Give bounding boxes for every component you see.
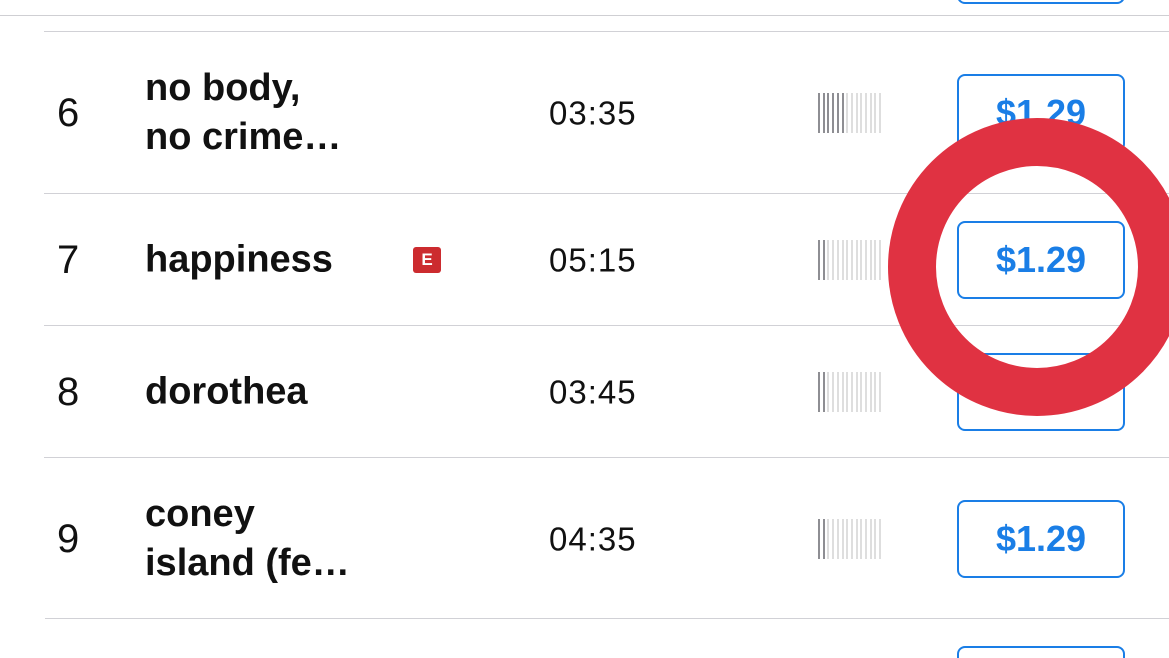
track-6-price-button[interactable]: $1.29 bbox=[957, 73, 1125, 152]
popularity-meter bbox=[818, 518, 884, 559]
popularity-bar bbox=[818, 371, 820, 412]
popularity-bar bbox=[855, 371, 858, 412]
popularity-bar bbox=[832, 518, 835, 559]
track-7-price-button[interactable]: $1.29 bbox=[957, 220, 1125, 299]
popularity-bar bbox=[818, 92, 820, 133]
track-duration: 04:35 bbox=[549, 520, 637, 557]
track-duration: 03:35 bbox=[549, 94, 637, 131]
popularity-bar bbox=[855, 92, 858, 133]
popularity-meter bbox=[818, 371, 884, 412]
popularity-bar bbox=[879, 239, 882, 280]
popularity-bar bbox=[846, 518, 849, 559]
previous-track-price-button[interactable] bbox=[957, 0, 1125, 4]
popularity-bar bbox=[836, 239, 839, 280]
popularity-bar bbox=[818, 239, 820, 280]
row-divider bbox=[45, 618, 1169, 619]
popularity-bar bbox=[841, 371, 844, 412]
popularity-bar bbox=[869, 92, 872, 133]
popularity-bar bbox=[860, 518, 863, 559]
popularity-bar bbox=[865, 92, 867, 133]
track-row-6[interactable]: 6 no body, no crime… 03:35 $1.29 bbox=[0, 31, 1169, 193]
popularity-bar bbox=[865, 371, 867, 412]
popularity-bar bbox=[841, 92, 844, 133]
popularity-bar bbox=[850, 92, 853, 133]
track-number: 6 bbox=[57, 90, 80, 135]
track-title: coney island (fe… bbox=[145, 492, 350, 584]
track-list-screen: 6 no body, no crime… 03:35 $1.29 7 happi… bbox=[0, 0, 1169, 658]
popularity-bar bbox=[865, 518, 867, 559]
popularity-bar bbox=[836, 371, 839, 412]
popularity-bar bbox=[874, 92, 877, 133]
popularity-bar bbox=[865, 239, 867, 280]
popularity-bar bbox=[860, 239, 863, 280]
popularity-bar bbox=[879, 92, 882, 133]
popularity-bar bbox=[822, 92, 825, 133]
track-row-9[interactable]: 9 coney island (fe… 04:35 $1.29 bbox=[0, 457, 1169, 619]
popularity-bar bbox=[846, 371, 849, 412]
popularity-bar bbox=[869, 518, 872, 559]
popularity-bar bbox=[841, 518, 844, 559]
popularity-bar bbox=[869, 371, 872, 412]
popularity-bar bbox=[846, 92, 849, 133]
popularity-bar bbox=[850, 371, 853, 412]
popularity-bar bbox=[832, 371, 835, 412]
popularity-bar bbox=[855, 518, 858, 559]
popularity-meter bbox=[818, 239, 884, 280]
popularity-bar bbox=[846, 239, 849, 280]
popularity-bar bbox=[818, 518, 820, 559]
popularity-bar bbox=[836, 518, 839, 559]
track-row-7[interactable]: 7 happiness E 05:15 $1.29 bbox=[0, 193, 1169, 325]
popularity-bar bbox=[841, 239, 844, 280]
popularity-bar bbox=[879, 518, 882, 559]
track-9-price-button[interactable]: $1.29 bbox=[957, 499, 1125, 578]
track-number: 9 bbox=[57, 516, 80, 561]
popularity-bar bbox=[855, 239, 858, 280]
track-duration: 03:45 bbox=[549, 373, 637, 410]
popularity-bar bbox=[827, 239, 830, 280]
track-number: 8 bbox=[57, 369, 80, 414]
popularity-bar bbox=[836, 92, 839, 133]
track-number: 7 bbox=[57, 237, 80, 282]
track-8-price-button[interactable]: $1.29 bbox=[957, 352, 1125, 431]
popularity-bar bbox=[869, 239, 872, 280]
track-duration: 05:15 bbox=[549, 241, 637, 278]
popularity-bar bbox=[860, 92, 863, 133]
popularity-bar bbox=[822, 371, 825, 412]
popularity-bar bbox=[827, 92, 830, 133]
popularity-bar bbox=[827, 371, 830, 412]
popularity-bar bbox=[874, 239, 877, 280]
track-title: dorothea bbox=[145, 370, 308, 412]
popularity-bar bbox=[832, 92, 835, 133]
track-title: happiness bbox=[145, 238, 333, 280]
track-list: 6 no body, no crime… 03:35 $1.29 7 happi… bbox=[0, 31, 1169, 619]
popularity-bar bbox=[827, 518, 830, 559]
popularity-bar bbox=[822, 239, 825, 280]
popularity-bar bbox=[850, 239, 853, 280]
explicit-icon: E bbox=[413, 246, 441, 273]
top-divider bbox=[0, 15, 1169, 16]
popularity-bar bbox=[874, 518, 877, 559]
track-title: no body, no crime… bbox=[145, 66, 342, 158]
popularity-bar bbox=[879, 371, 882, 412]
track-row-8[interactable]: 8 dorothea 03:45 $1.29 bbox=[0, 325, 1169, 457]
popularity-bar bbox=[850, 518, 853, 559]
next-track-price-button[interactable] bbox=[957, 646, 1125, 658]
popularity-bar bbox=[832, 239, 835, 280]
popularity-meter bbox=[818, 92, 884, 133]
popularity-bar bbox=[822, 518, 825, 559]
popularity-bar bbox=[874, 371, 877, 412]
popularity-bar bbox=[860, 371, 863, 412]
